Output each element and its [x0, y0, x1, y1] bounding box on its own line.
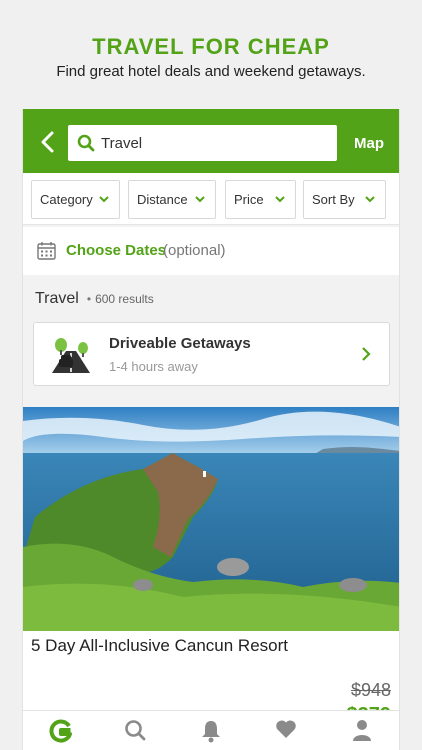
- nav-search[interactable]: [124, 719, 148, 743]
- back-button[interactable]: [37, 129, 59, 155]
- promo-title: TRAVEL FOR CHEAP: [92, 34, 330, 59]
- search-icon: [125, 720, 146, 741]
- deal-card[interactable]: 5 Day All-Inclusive Cancun Resort $948 $…: [23, 631, 399, 726]
- driveable-getaways-card[interactable]: Driveable Getaways 1-4 hours away: [33, 322, 390, 386]
- filter-label: Price: [234, 192, 264, 207]
- getaway-subtitle: 1-4 hours away: [109, 359, 198, 374]
- getaway-title: Driveable Getaways: [109, 335, 251, 352]
- filter-label: Sort By: [312, 192, 355, 207]
- filter-category[interactable]: Category: [31, 180, 120, 219]
- nav-home[interactable]: [49, 719, 73, 743]
- deal-title: 5 Day All-Inclusive Cancun Resort: [31, 636, 289, 655]
- nav-profile[interactable]: [351, 719, 375, 743]
- nav-notifications[interactable]: [200, 719, 224, 743]
- profile-icon: [353, 720, 371, 741]
- app-screen: Travel Map Category Distance Price Sort …: [22, 109, 400, 750]
- top-bar: Travel Map: [23, 109, 399, 173]
- chevron-down-icon: [365, 196, 375, 203]
- promo-subtitle: Find great hotel deals and weekend getaw…: [56, 63, 366, 80]
- filter-label: Distance: [137, 192, 188, 207]
- dates-optional-label: (optional): [163, 242, 226, 259]
- original-price: $948: [350, 680, 391, 700]
- chevron-right-icon: [362, 347, 371, 361]
- results-count: 600 results: [95, 292, 154, 306]
- filter-bar: Category Distance Price Sort By: [23, 173, 399, 225]
- heart-icon: [276, 720, 296, 738]
- groupon-logo-icon: [49, 719, 72, 743]
- search-value: Travel: [101, 135, 143, 152]
- filter-label: Category: [40, 192, 93, 207]
- deal-image[interactable]: [23, 407, 399, 631]
- choose-dates-label: Choose Dates: [66, 242, 167, 259]
- car-road-icon: [52, 338, 90, 373]
- filter-price[interactable]: Price: [225, 180, 296, 219]
- chevron-left-icon: [41, 131, 54, 153]
- nav-saved[interactable]: [275, 719, 299, 743]
- coastal-cliff-photo: [23, 407, 399, 631]
- bottom-nav: [23, 710, 399, 750]
- bell-icon: [202, 721, 220, 743]
- results-title: Travel: [35, 290, 79, 307]
- filter-sort-by[interactable]: Sort By: [303, 180, 386, 219]
- choose-dates-row[interactable]: Choose Dates (optional): [23, 227, 399, 275]
- calendar-icon: [37, 242, 56, 260]
- chevron-down-icon: [195, 196, 205, 203]
- chevron-down-icon: [275, 196, 285, 203]
- search-input[interactable]: Travel: [68, 125, 337, 161]
- chevron-down-icon: [99, 196, 109, 203]
- filter-distance[interactable]: Distance: [128, 180, 216, 219]
- separator-dot: •: [86, 292, 92, 306]
- map-button[interactable]: Map: [354, 135, 384, 152]
- search-icon: [77, 134, 95, 152]
- results-header: Travel • 600 results: [35, 290, 154, 308]
